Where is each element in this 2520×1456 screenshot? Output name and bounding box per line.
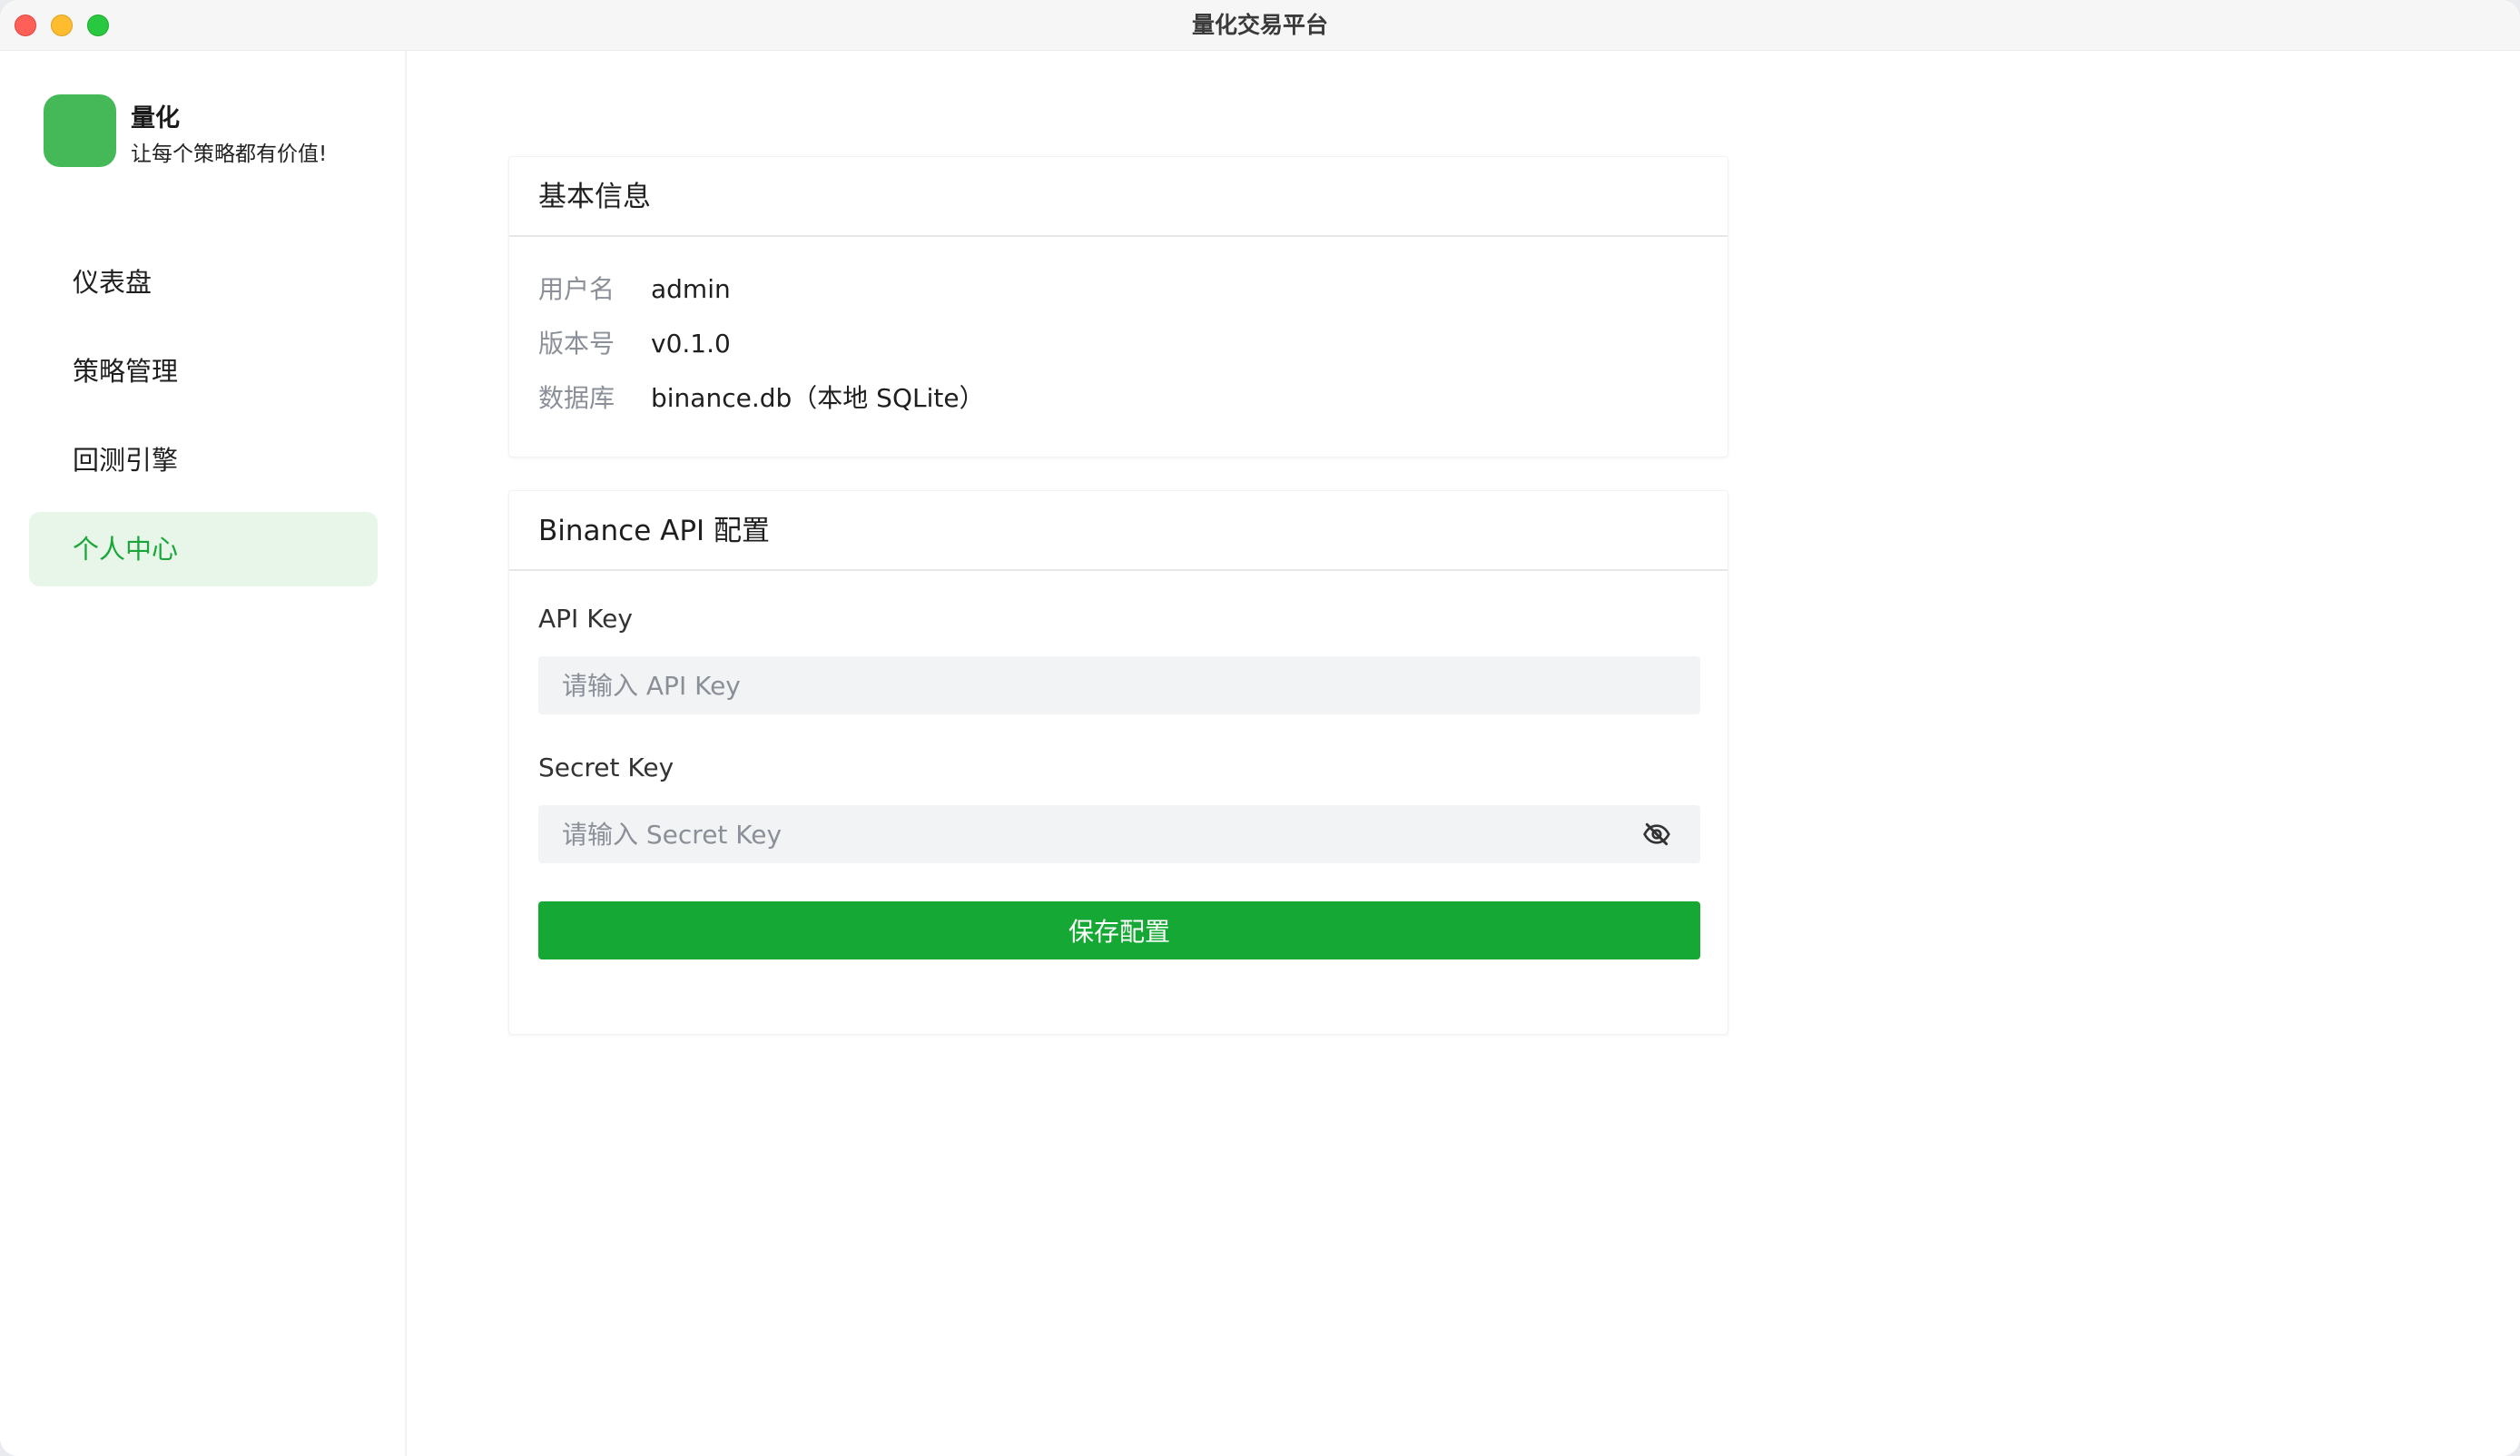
eye-off-icon[interactable]: [1642, 820, 1671, 849]
brand-slogan: 让每个策略都有价值!: [131, 143, 328, 166]
info-row-username: 用户名 admin: [509, 262, 1728, 317]
info-row-version: 版本号 v0.1.0: [509, 317, 1728, 371]
sidebar-item-label: 回测引擎: [73, 445, 179, 476]
sidebar-item-backtest[interactable]: 回测引擎: [29, 423, 378, 497]
brand-logo: [44, 94, 116, 167]
basic-info-title: 基本信息: [509, 157, 1728, 237]
secret-key-input[interactable]: [538, 805, 1700, 863]
api-config-card: Binance API 配置 API Key Secret Key 保存配置: [508, 490, 1728, 1035]
info-value: binance.db（本地 SQLite）: [651, 383, 985, 413]
api-key-input[interactable]: [538, 656, 1700, 714]
sidebar: 量化 让每个策略都有价值! 仪表盘 策略管理 回测引擎 个人中心: [0, 51, 407, 1456]
title-bar: 量化交易平台: [0, 0, 2520, 51]
main-content: 基本信息 用户名 admin 版本号 v0.1.0 数据库 binance.db（本地…: [409, 51, 2520, 1456]
window-title: 量化交易平台: [1191, 12, 1328, 38]
brand: 量化 让每个策略都有价值!: [44, 94, 398, 167]
info-key: 版本号: [538, 329, 615, 359]
info-row-database: 数据库 binance.db（本地 SQLite）: [509, 371, 1728, 426]
basic-info-card: 基本信息 用户名 admin 版本号 v0.1.0 数据库 binance.db（本地…: [508, 156, 1728, 457]
sidebar-item-label: 仪表盘: [73, 267, 153, 298]
sidebar-item-dashboard[interactable]: 仪表盘: [29, 245, 378, 320]
sidebar-nav: 仪表盘 策略管理 回测引擎 个人中心: [29, 245, 378, 601]
sidebar-item-strategy[interactable]: 策略管理: [29, 334, 378, 408]
save-config-button[interactable]: 保存配置: [538, 901, 1700, 959]
api-config-title: Binance API 配置: [509, 491, 1728, 571]
secret-key-label: Secret Key: [538, 753, 674, 782]
info-value: v0.1.0: [651, 329, 731, 359]
sidebar-item-profile[interactable]: 个人中心: [29, 512, 378, 586]
info-value: admin: [651, 274, 731, 304]
brand-name: 量化: [131, 104, 180, 133]
app-window: 量化交易平台 量化 让每个策略都有价值! 仪表盘 策略管理 回测引擎 个人中心 …: [0, 0, 2520, 1456]
info-key: 用户名: [538, 274, 615, 304]
info-list: 用户名 admin 版本号 v0.1.0 数据库 binance.db（本地 SQLi…: [509, 237, 1728, 426]
info-key: 数据库: [538, 383, 615, 413]
sidebar-item-label: 个人中心: [73, 534, 179, 565]
sidebar-item-label: 策略管理: [73, 356, 179, 387]
api-key-label: API Key: [538, 604, 633, 634]
